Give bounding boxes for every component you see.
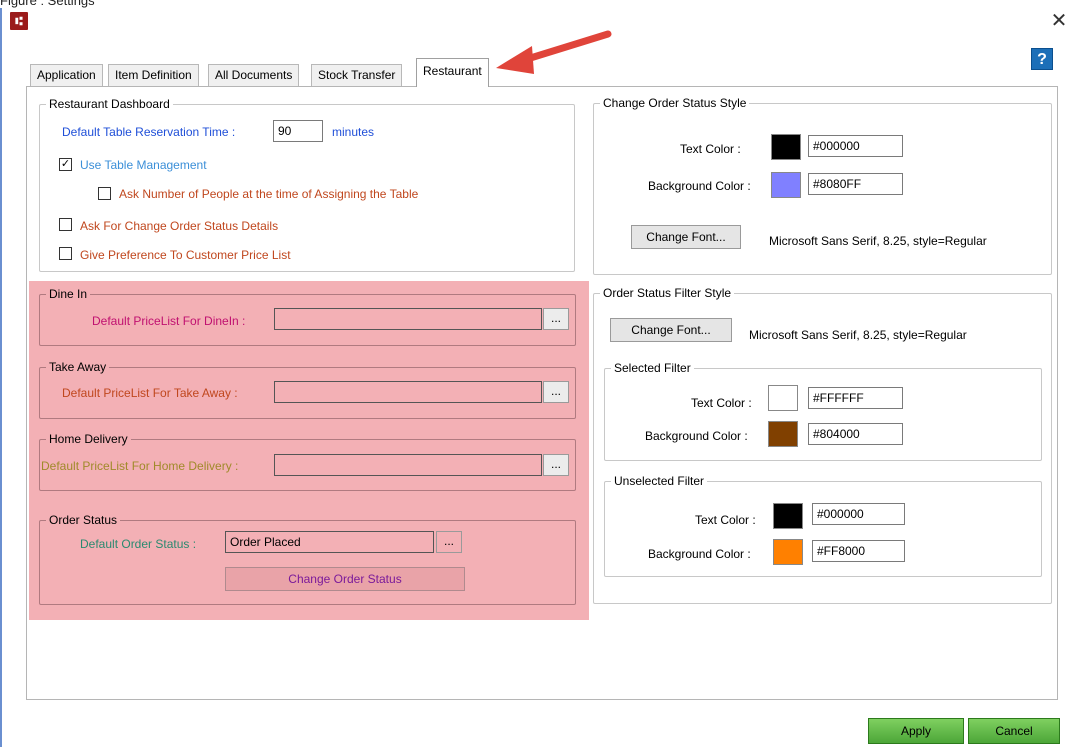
group-title: Restaurant Dashboard [46, 96, 173, 112]
tab-application[interactable]: Application [30, 64, 103, 86]
tab-stock-transfer[interactable]: Stock Transfer [311, 64, 403, 86]
unsel-text-color-input[interactable]: #000000 [812, 503, 905, 525]
window-left-border [0, 8, 2, 747]
annotation-arrow [496, 30, 612, 74]
cos-bg-color-input[interactable]: #8080FF [808, 173, 903, 195]
sel-bg-color-label: Background Color : [645, 429, 748, 443]
osf-change-font-button[interactable]: Change Font... [610, 318, 732, 342]
cancel-button[interactable]: Cancel [968, 718, 1060, 744]
dine-in-browse-button[interactable]: ... [543, 308, 569, 330]
unsel-bg-color-label: Background Color : [648, 547, 751, 561]
change-order-status-button[interactable]: Change Order Status [225, 567, 465, 591]
reservation-label: Default Table Reservation Time : [62, 125, 236, 139]
ask-change-status-label: Ask For Change Order Status Details [80, 219, 279, 233]
home-delivery-browse-button[interactable]: ... [543, 454, 569, 476]
take-away-pricelist-input[interactable] [274, 381, 542, 403]
reservation-unit: minutes [332, 125, 375, 139]
group-title: Change Order Status Style [600, 95, 750, 111]
sel-bg-color-swatch[interactable] [768, 421, 798, 447]
apply-button[interactable]: Apply [868, 718, 964, 744]
cos-bg-color-label: Background Color : [648, 179, 751, 193]
close-icon[interactable]: ✕ [1050, 11, 1068, 32]
unsel-text-color-label: Text Color : [695, 513, 756, 527]
cos-bg-color-swatch[interactable] [771, 172, 801, 198]
group-title: Order Status Filter Style [600, 285, 735, 301]
default-order-status-label: Default Order Status : [80, 537, 197, 551]
unsel-bg-color-input[interactable]: #FF8000 [812, 540, 905, 562]
app-icon: ⑆ [10, 12, 28, 30]
sel-bg-color-input[interactable]: #804000 [808, 423, 903, 445]
home-delivery-label: Default PriceList For Home Delivery : [41, 459, 239, 473]
group-title: Order Status [46, 512, 121, 528]
cut-caption: Figure : Settings [0, 0, 1070, 8]
tab-restaurant[interactable]: Restaurant [416, 58, 489, 87]
sel-text-color-input[interactable]: #FFFFFF [808, 387, 903, 409]
group-title: Home Delivery [46, 431, 131, 447]
osf-font-description: Microsoft Sans Serif, 8.25, style=Regula… [749, 328, 967, 342]
order-status-browse-button[interactable]: ... [436, 531, 462, 553]
cos-text-color-swatch[interactable] [771, 134, 801, 160]
customer-pricelist-label: Give Preference To Customer Price List [80, 248, 291, 262]
selected-filter-group: Selected Filter [604, 360, 1042, 461]
unsel-bg-color-swatch[interactable] [773, 539, 803, 565]
group-title: Unselected Filter [611, 473, 708, 489]
ask-people-label: Ask Number of People at the time of Assi… [119, 187, 419, 201]
group-title: Take Away [46, 359, 110, 375]
take-away-browse-button[interactable]: ... [543, 381, 569, 403]
unsel-text-color-swatch[interactable] [773, 503, 803, 529]
unselected-filter-group: Unselected Filter [604, 473, 1042, 577]
group-title: Selected Filter [611, 360, 694, 376]
cos-change-font-button[interactable]: Change Font... [631, 225, 741, 249]
tab-item-definition[interactable]: Item Definition [108, 64, 199, 86]
dine-in-label: Default PriceList For DineIn : [92, 314, 246, 328]
cos-text-color-label: Text Color : [680, 142, 741, 156]
group-title: Dine In [46, 286, 91, 302]
dine-in-pricelist-input[interactable] [274, 308, 542, 330]
help-icon[interactable]: ? [1031, 48, 1053, 70]
home-delivery-pricelist-input[interactable] [274, 454, 542, 476]
use-table-management-label: Use Table Management [80, 158, 207, 172]
ask-change-status-checkbox[interactable] [59, 218, 72, 231]
take-away-label: Default PriceList For Take Away : [62, 386, 238, 400]
use-table-management-checkbox[interactable]: ✓ [59, 158, 72, 171]
customer-pricelist-checkbox[interactable] [59, 247, 72, 260]
cos-font-description: Microsoft Sans Serif, 8.25, style=Regula… [769, 234, 987, 248]
sel-text-color-label: Text Color : [691, 396, 752, 410]
ask-people-checkbox[interactable] [98, 187, 111, 200]
default-order-status-input[interactable]: Order Placed [225, 531, 434, 553]
tab-all-documents[interactable]: All Documents [208, 64, 300, 86]
cos-text-color-input[interactable]: #000000 [808, 135, 903, 157]
reservation-time-input[interactable]: 90 [273, 120, 323, 142]
sel-text-color-swatch[interactable] [768, 385, 798, 411]
